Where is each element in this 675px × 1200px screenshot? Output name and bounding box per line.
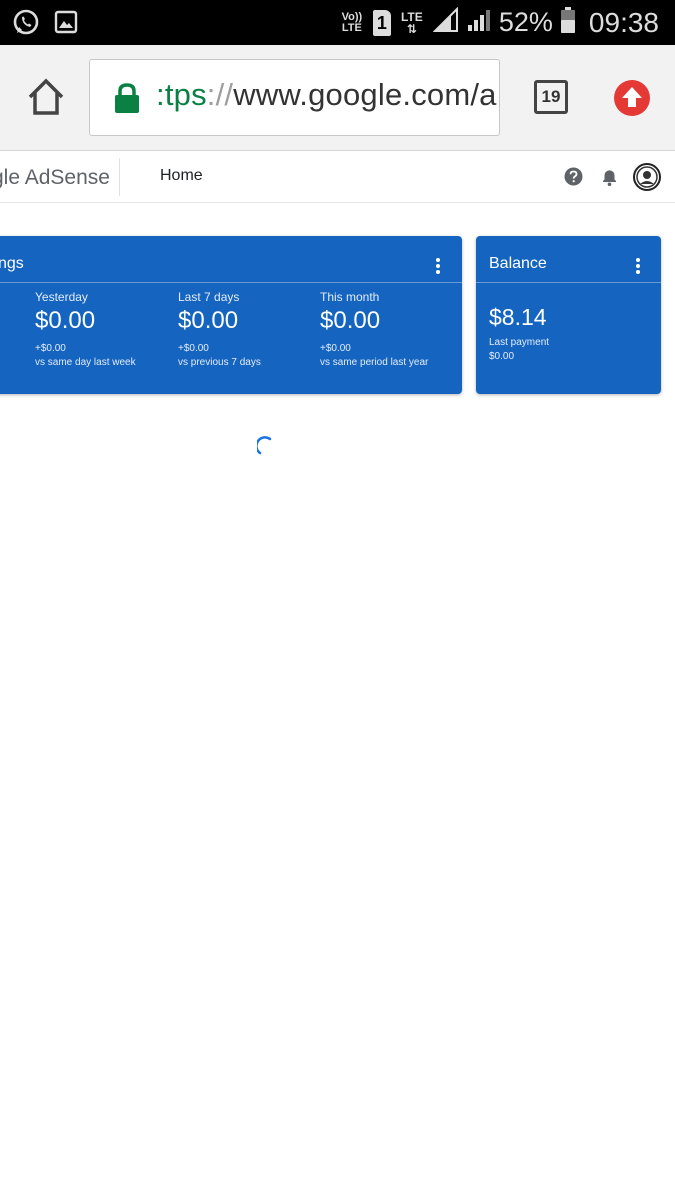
lte-indicator: LTE ⇅ (399, 11, 425, 35)
url-text: :tps://www.google.com/a (156, 77, 497, 113)
header-divider (119, 158, 120, 196)
battery-icon (560, 7, 575, 38)
clock: 09:38 (588, 6, 659, 38)
adsense-logo[interactable]: gle AdSense (0, 166, 110, 190)
account-avatar[interactable] (633, 163, 661, 191)
status-bar: Vo)) LTE 1 LTE ⇅ 52% 09:38 (0, 0, 675, 45)
sim-slot-icon: 1 (372, 9, 391, 36)
update-button[interactable] (614, 80, 650, 116)
whatsapp-icon (12, 8, 40, 41)
adsense-header: gle AdSense Home (0, 152, 675, 203)
help-icon[interactable] (564, 167, 583, 186)
tab-switcher-button[interactable]: 19 (534, 80, 568, 114)
battery-percent: 52% (498, 7, 553, 37)
metric-label: This month (320, 290, 380, 304)
loading-spinner (255, 436, 277, 456)
home-button[interactable] (24, 75, 68, 119)
metric-label: Yesterday (35, 290, 88, 304)
card-title: ngs (0, 255, 24, 272)
metric-value: $0.00 (320, 307, 381, 334)
metric-delta: +$0.00 (178, 343, 209, 354)
last-payment-label: Last payment (489, 337, 550, 348)
lock-icon (114, 82, 140, 114)
metric-yesterday: Yesterday $0.00 +$0.00 vs same day last … (35, 290, 175, 368)
card-title: Balance (489, 255, 547, 272)
url-separator: :// (206, 77, 234, 112)
address-bar[interactable]: :tps://www.google.com/a (89, 59, 500, 136)
last-payment-value: $0.00 (489, 351, 515, 362)
card-divider (476, 282, 661, 283)
signal-sim2-icon (467, 8, 491, 37)
metric-this-month: This month $0.00 +$0.00 vs same period l… (320, 290, 460, 368)
metric-delta: +$0.00 (35, 343, 66, 354)
upload-arrow-icon (622, 87, 642, 107)
metric-last-7-days: Last 7 days $0.00 +$0.00 vs previous 7 d… (178, 290, 318, 368)
metric-compare: vs same period last year (320, 357, 429, 368)
metric-delta: +$0.00 (320, 343, 351, 354)
more-vert-icon[interactable] (635, 258, 641, 274)
volte-indicator: Vo)) LTE (341, 10, 363, 34)
browser-toolbar: :tps://www.google.com/a 19 (0, 45, 675, 151)
home-icon (28, 78, 64, 115)
more-vert-icon[interactable] (435, 258, 441, 274)
card-divider (0, 282, 462, 283)
data-arrows-icon: ⇅ (406, 21, 417, 36)
estimated-earnings-card[interactable]: ngs Yesterday $0.00 +$0.00 vs same day l… (0, 236, 462, 394)
metric-label: Last 7 days (178, 290, 240, 304)
metric-value: $0.00 (178, 307, 239, 334)
url-scheme: :tps (156, 77, 207, 112)
balance-value: $8.14 (489, 304, 547, 330)
nav-home[interactable]: Home (160, 167, 203, 185)
balance-card[interactable]: Balance $8.14 Last payment $0.00 (476, 236, 661, 394)
metric-compare: vs same day last week (35, 357, 136, 368)
metric-value: $0.00 (35, 307, 96, 334)
notifications-icon[interactable] (600, 167, 619, 187)
signal-sim1-icon (432, 6, 459, 38)
metric-compare: vs previous 7 days (178, 357, 261, 368)
url-host: www.google.com/a (233, 77, 497, 112)
gallery-icon (54, 10, 78, 39)
avatar-image (636, 166, 658, 188)
